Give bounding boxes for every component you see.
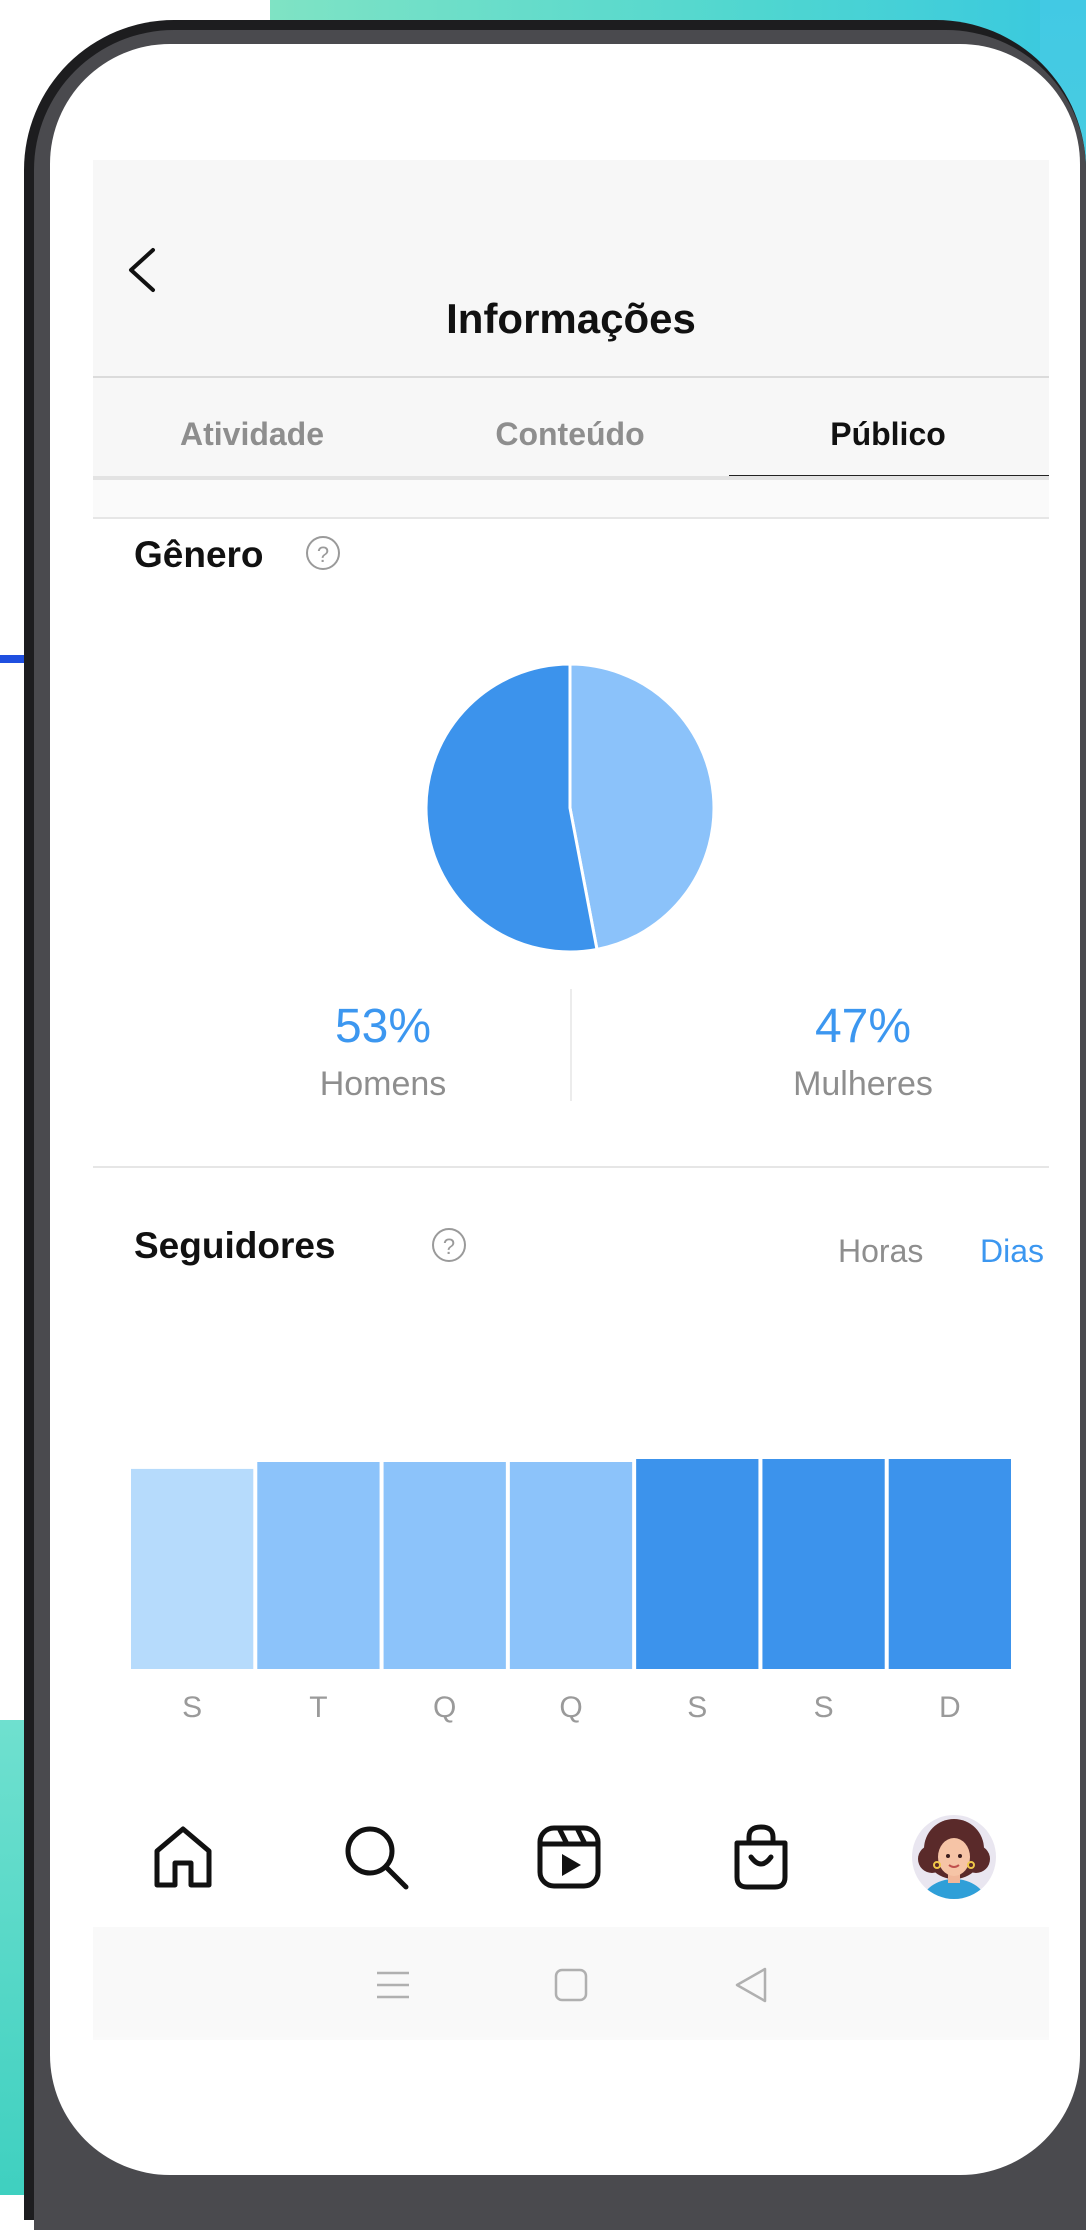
back-button[interactable] xyxy=(123,240,163,300)
app-header: Informações xyxy=(93,160,1049,376)
nav-shop[interactable] xyxy=(723,1819,799,1895)
tab-bar: Atividade Conteúdo Público xyxy=(93,378,1049,480)
insights-app: Informações Atividade Conteúdo Público G… xyxy=(93,160,1049,2040)
gender-pie-chart xyxy=(424,662,716,954)
gender-title: Gênero xyxy=(134,534,264,575)
bar-label-5: S xyxy=(814,1691,834,1724)
section-divider xyxy=(93,1166,1049,1168)
bar-5[interactable] xyxy=(762,1456,885,1669)
nav-profile[interactable] xyxy=(910,1813,998,1901)
nav-search[interactable] xyxy=(338,1819,414,1895)
bar-label-3: Q xyxy=(559,1691,582,1724)
home-icon xyxy=(154,1826,212,1888)
women-percentage: 47% xyxy=(814,1000,912,1053)
bar-2[interactable] xyxy=(383,1462,506,1669)
tab-publico[interactable]: Público xyxy=(729,416,1047,453)
chevron-left-icon xyxy=(129,248,155,292)
bar-label-6: D xyxy=(939,1691,961,1724)
help-icon[interactable]: ? xyxy=(432,1228,466,1262)
reels-icon xyxy=(537,1825,601,1889)
toggle-hours[interactable]: Horas xyxy=(838,1233,923,1270)
stat-divider xyxy=(570,989,572,1101)
pie-svg xyxy=(424,662,716,954)
bar-svg: STQQSSD xyxy=(131,1455,1011,1724)
bar-label-2: Q xyxy=(433,1691,456,1724)
profile-avatar xyxy=(912,1815,996,1899)
bar-label-0: S xyxy=(182,1691,202,1724)
nav-reels[interactable] xyxy=(531,1819,607,1895)
bar-6[interactable] xyxy=(888,1455,1011,1669)
men-percentage: 53% xyxy=(334,1000,432,1053)
page-title: Informações xyxy=(446,295,696,342)
bar-3[interactable] xyxy=(509,1462,633,1669)
tab-conteudo[interactable]: Conteúdo xyxy=(411,416,729,453)
menu-icon xyxy=(377,1971,409,1999)
audience-content: Gênero ? 53% Homens 47% Mulheres Seguido… xyxy=(93,519,1049,1939)
bar-1[interactable] xyxy=(257,1462,380,1669)
bar-4[interactable] xyxy=(636,1457,759,1669)
home-square-icon xyxy=(554,1968,588,2002)
system-back-button[interactable] xyxy=(727,1961,775,2009)
tab-atividade[interactable]: Atividade xyxy=(93,416,411,453)
followers-title: Seguidores xyxy=(134,1225,336,1266)
bottom-nav xyxy=(93,1795,1049,1925)
tabs-bottom-border xyxy=(93,476,1049,480)
pie-slice-mulheres xyxy=(568,662,716,952)
phone-screen: Informações Atividade Conteúdo Público G… xyxy=(50,44,1080,2175)
shop-icon xyxy=(734,1824,788,1890)
followers-bar-chart: STQQSSD xyxy=(129,1455,1013,1749)
bar-0[interactable] xyxy=(131,1468,254,1669)
bar-label-1: T xyxy=(309,1691,327,1724)
search-icon xyxy=(345,1826,409,1890)
toggle-days[interactable]: Dias xyxy=(980,1233,1044,1270)
pie-slice-homens xyxy=(424,662,599,954)
system-nav-bar xyxy=(93,1927,1049,2037)
system-home-button[interactable] xyxy=(547,1961,595,2009)
help-icon[interactable]: ? xyxy=(306,536,340,570)
men-label: Homens xyxy=(319,1065,447,1103)
women-label: Mulheres xyxy=(793,1065,933,1103)
nav-home[interactable] xyxy=(145,1819,221,1895)
system-menu-button[interactable] xyxy=(369,1961,417,2009)
back-triangle-icon xyxy=(735,1967,767,2003)
bar-label-4: S xyxy=(687,1691,707,1724)
